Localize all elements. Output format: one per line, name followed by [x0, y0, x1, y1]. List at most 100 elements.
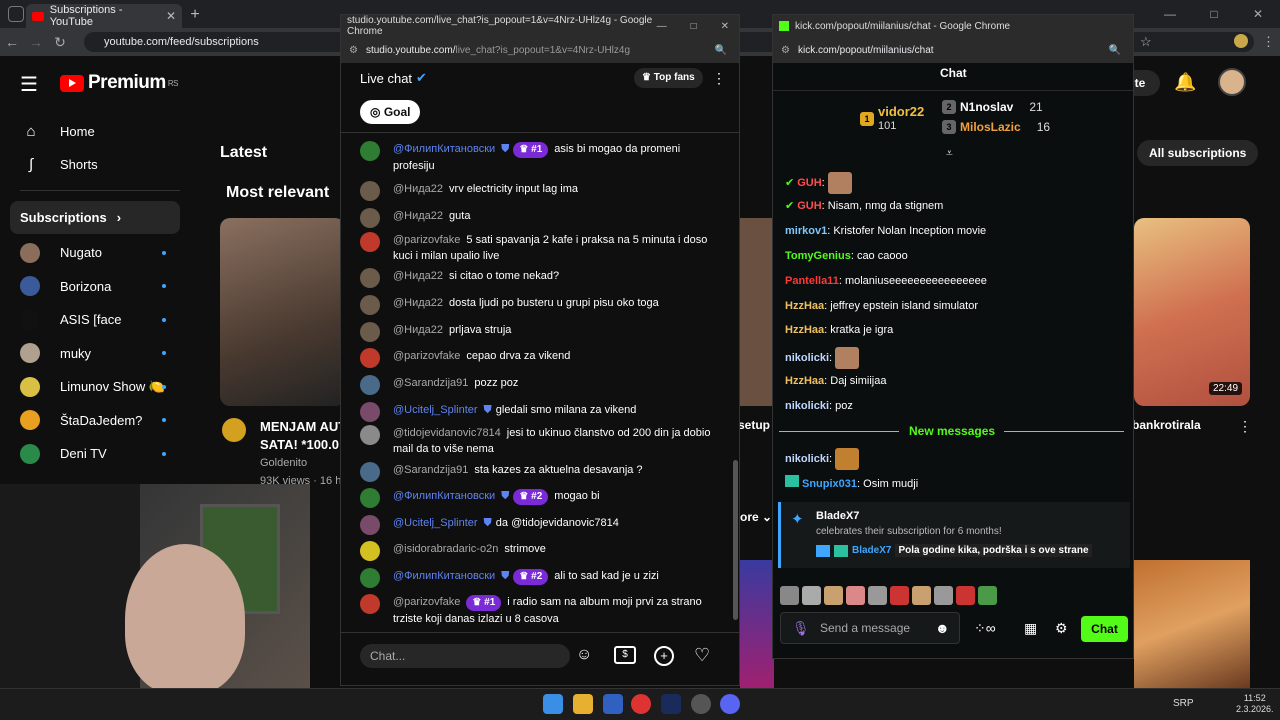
- maximize-icon[interactable]: □: [1192, 0, 1236, 28]
- message-author[interactable]: @isidorabradaric-o2n: [393, 543, 498, 555]
- message-author[interactable]: @Нида22: [393, 297, 443, 309]
- message-author[interactable]: @Sarandzija91: [393, 377, 468, 389]
- message-user[interactable]: nikolicki: [785, 400, 829, 412]
- site-info-icon[interactable]: ⚙: [781, 45, 790, 56]
- tab-search-icon[interactable]: [8, 6, 24, 22]
- chrome-icon[interactable]: [631, 694, 651, 714]
- kick-message[interactable]: ✔ GUH:: [785, 172, 852, 194]
- send-chat-button[interactable]: Chat: [1081, 616, 1128, 642]
- message-author[interactable]: @Sarandzija91: [393, 464, 468, 476]
- notifications-bell-icon[interactable]: 🔔: [1174, 72, 1196, 93]
- emote-icon[interactable]: [890, 586, 909, 605]
- chat-message[interactable]: @isidorabradaric-o2n strimove: [340, 541, 720, 561]
- video-thumbnail[interactable]: [1134, 218, 1250, 406]
- sidebar-channel-item[interactable]: muky: [0, 337, 200, 370]
- chat-message[interactable]: @Sarandzija91 pozz poz: [340, 375, 720, 395]
- user-avatar[interactable]: [360, 541, 380, 561]
- sidebar-channel-item[interactable]: ASIS [face: [0, 303, 200, 336]
- profile-avatar[interactable]: [1234, 34, 1248, 48]
- user-avatar[interactable]: [360, 488, 380, 508]
- chat-message[interactable]: @ФилипКитановски ⛊ ♛ #2 ali to sad kad je u…: [340, 568, 720, 588]
- message-author[interactable]: @tidojevidanovic7814: [393, 427, 501, 439]
- sub-event-user[interactable]: BladeX7: [816, 510, 859, 522]
- user-avatar[interactable]: [360, 375, 380, 395]
- kick-message[interactable]: ✔ GUH: Nisam, nmg da stignem: [785, 198, 943, 214]
- address-bar[interactable]: ⚙ studio.youtube.com/ live_chat?is_popou…: [341, 37, 739, 63]
- user-avatar[interactable]: [360, 462, 380, 482]
- emoji-icon[interactable]: ☻: [935, 620, 950, 636]
- all-subscriptions-button[interactable]: All subscriptions: [1137, 140, 1259, 166]
- user-avatar[interactable]: [360, 268, 380, 288]
- message-author[interactable]: @Ucitelj_Splinter: [393, 517, 478, 529]
- emote-icon[interactable]: [824, 586, 843, 605]
- kick-message[interactable]: Snupix031: Osim mudji: [785, 475, 918, 492]
- new-tab-button[interactable]: +: [186, 6, 204, 24]
- message-user[interactable]: Pantella11: [785, 275, 839, 287]
- video-channel[interactable]: Goldenito: [260, 457, 307, 469]
- message-user[interactable]: HzzHaa: [785, 324, 824, 336]
- video-thumbnail[interactable]: [220, 218, 345, 406]
- heart-icon[interactable]: ♡: [694, 645, 710, 666]
- show-more-label[interactable]: ore ⌄: [740, 510, 772, 524]
- chat-message[interactable]: @Ucitelj_Splinter ⛊ da @tidojevidanovic781…: [340, 515, 720, 535]
- message-author[interactable]: @Нида22: [393, 210, 443, 222]
- close-window-icon[interactable]: ✕: [1236, 0, 1280, 28]
- close-window-icon[interactable]: ✕: [721, 21, 729, 32]
- message-user[interactable]: mirkov1: [785, 225, 827, 237]
- message-author[interactable]: @Ucitelj_Splinter: [393, 404, 478, 416]
- file-explorer-icon[interactable]: [573, 694, 593, 714]
- close-tab-icon[interactable]: ✕: [166, 9, 176, 23]
- emote-icon[interactable]: [956, 586, 975, 605]
- message-author[interactable]: @ФилипКитановски: [393, 143, 495, 155]
- hamburger-menu-icon[interactable]: ☰: [20, 72, 38, 97]
- video-title[interactable]: MENJAM AUT SATA! *100.0: [260, 418, 346, 454]
- chat-message[interactable]: @ФилипКитановски ⛊ ♛ #2 mogao bi: [340, 488, 720, 508]
- message-user[interactable]: HzzHaa: [785, 300, 824, 312]
- sidebar-channel-item[interactable]: Deni TV: [0, 437, 200, 470]
- emote-icon[interactable]: [846, 586, 865, 605]
- sidebar-channel-item[interactable]: Limunov Show 🍋: [0, 370, 200, 403]
- chat-message[interactable]: @Нида22 vrv electricity input lag ima: [340, 181, 720, 201]
- zoom-icon[interactable]: 🔍: [1109, 45, 1121, 56]
- browser-menu-icon[interactable]: ⋮: [1262, 34, 1275, 50]
- sidebar-item-shorts[interactable]: ∫ Shorts: [0, 148, 200, 181]
- chat-message[interactable]: @parizovfake 5 sati spavanja 2 kafe i pra…: [340, 232, 720, 264]
- leaderboard-entry[interactable]: 3 MilosLazic 16: [942, 120, 1050, 134]
- tab-youtube[interactable]: Subscriptions - YouTube ✕: [26, 4, 182, 28]
- emote-icon[interactable]: [780, 586, 799, 605]
- leaderboard-entry[interactable]: 2 N1noslav 21: [942, 100, 1043, 114]
- store-icon[interactable]: ▦: [1024, 620, 1037, 637]
- account-avatar[interactable]: [1218, 68, 1246, 96]
- live-chat-header[interactable]: Live chat ✔: [360, 70, 427, 86]
- start-menu-icon[interactable]: [543, 694, 563, 714]
- kick-message[interactable]: nikolicki:: [785, 448, 860, 470]
- user-avatar[interactable]: [360, 568, 380, 588]
- channel-avatar[interactable]: [222, 418, 246, 442]
- kick-message[interactable]: mirkov1: Kristofer Nolan Inception movie: [785, 223, 986, 239]
- kick-message[interactable]: Pantella11: molaniuseeeeeeeeeeeeeeee: [785, 273, 987, 289]
- sidebar-subscriptions-header[interactable]: Subscriptions ›: [10, 201, 180, 234]
- kick-message[interactable]: HzzHaa: kratka je igra: [785, 322, 893, 338]
- chat-message[interactable]: @ФилипКитановски ⛊ ♛ #1 asis bi mogao da pr…: [340, 141, 720, 174]
- leaderboard-entry[interactable]: 1 vidor22 101: [860, 104, 924, 134]
- forward-icon[interactable]: →: [24, 34, 48, 50]
- address-bar[interactable]: ⚙ kick.com/popout/miilanius/chat 🔍: [773, 37, 1133, 63]
- message-author[interactable]: @ФилипКитановски: [393, 490, 495, 502]
- emote-icon[interactable]: [934, 586, 953, 605]
- youtube-logo[interactable]: Premium RS: [60, 72, 178, 94]
- microphone-icon[interactable]: 🎙: [792, 620, 810, 637]
- sidebar-channel-item[interactable]: Borizona: [0, 270, 200, 303]
- message-author[interactable]: @parizovfake: [393, 350, 460, 362]
- chat-message[interactable]: @Нида22 dosta ljudi po busteru u grupi pi…: [340, 295, 720, 315]
- chat-message[interactable]: @Ucitelj_Splinter ⛊ gledali smo milana za …: [340, 402, 720, 422]
- maximize-icon[interactable]: □: [691, 21, 697, 32]
- user-avatar[interactable]: [360, 295, 380, 315]
- discord-icon[interactable]: [720, 694, 740, 714]
- message-author[interactable]: @ФилипКитановски: [393, 570, 495, 582]
- message-user[interactable]: GUH: [797, 177, 821, 189]
- user-avatar[interactable]: [360, 348, 380, 368]
- reload-icon[interactable]: ↻: [48, 34, 72, 51]
- obs-icon[interactable]: [691, 694, 711, 714]
- video-thumbnail[interactable]: [740, 218, 772, 406]
- kick-message[interactable]: TomyGenius: cao caooo: [785, 248, 908, 264]
